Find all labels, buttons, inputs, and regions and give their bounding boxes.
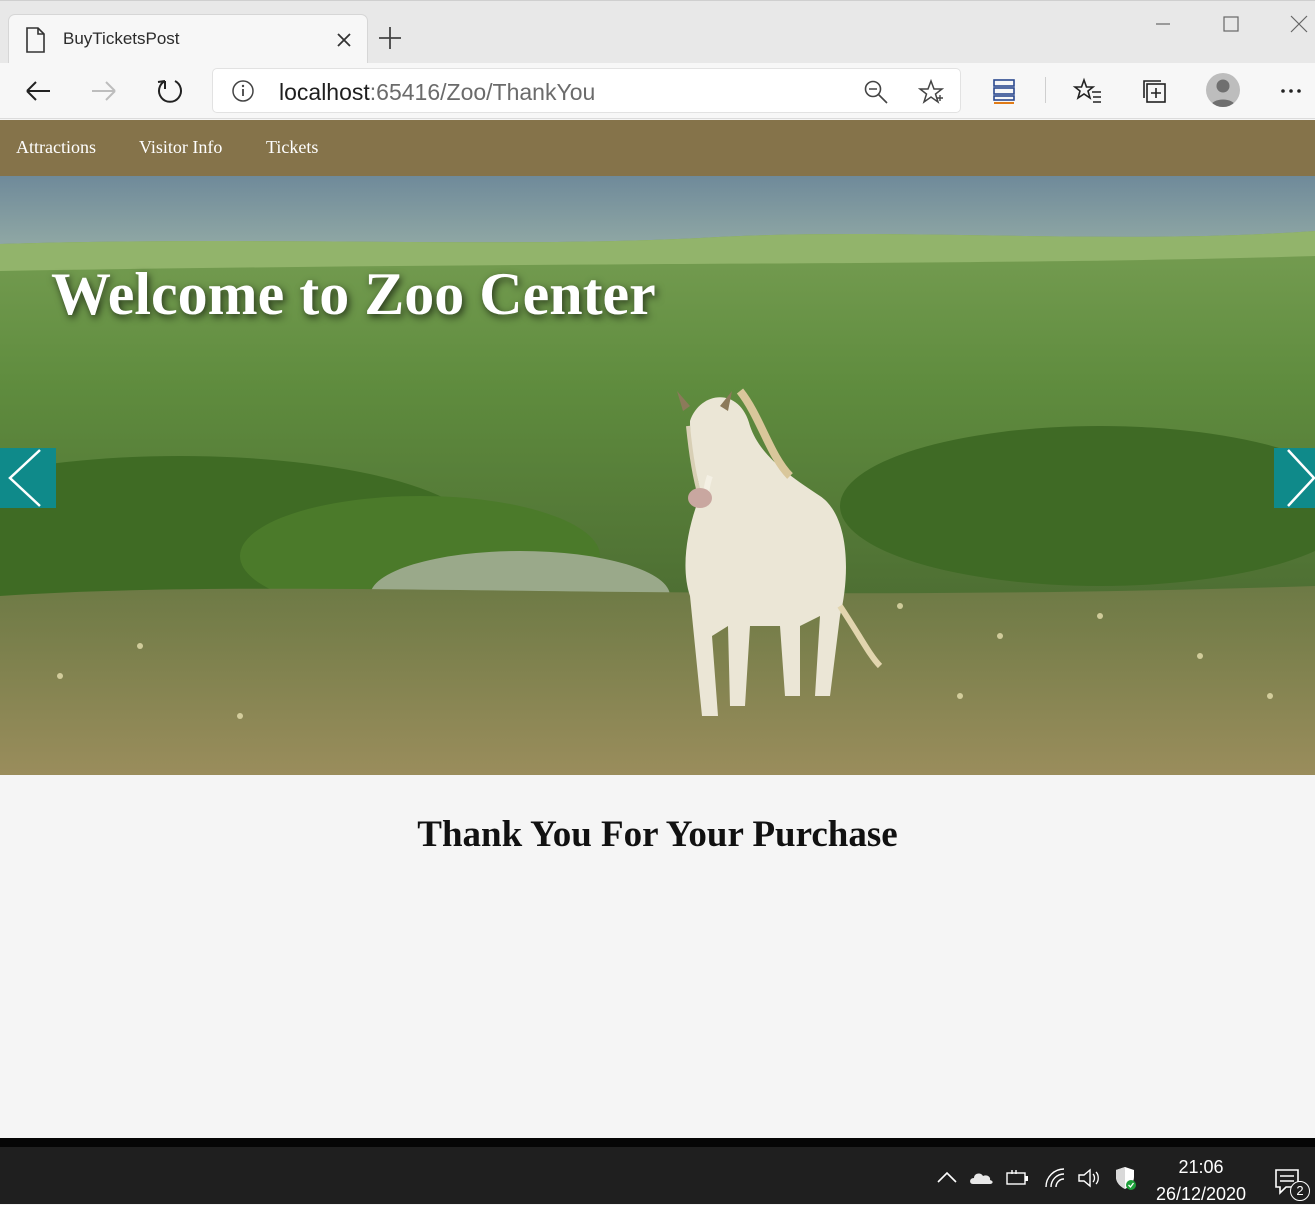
nav-attractions[interactable]: Attractions — [16, 137, 96, 158]
zoom-icon[interactable] — [863, 79, 889, 105]
battery-icon[interactable] — [1004, 1165, 1030, 1191]
toolbar-separator — [1045, 77, 1046, 103]
collections-icon[interactable] — [1139, 75, 1171, 107]
favorites-icon[interactable] — [1072, 75, 1104, 107]
refresh-icon[interactable] — [154, 75, 186, 107]
carousel-next-button[interactable] — [1274, 448, 1315, 508]
url-text[interactable]: localhost:65416/Zoo/ThankYou — [279, 79, 595, 106]
thank-you-heading: Thank You For Your Purchase — [417, 814, 898, 855]
hero-carousel: Welcome to Zoo Center — [0, 176, 1315, 775]
back-arrow-icon[interactable] — [22, 75, 54, 107]
new-tab-icon[interactable] — [376, 24, 404, 52]
nav-visitor-info[interactable]: Visitor Info — [139, 137, 222, 158]
maximize-icon[interactable] — [1218, 11, 1244, 37]
add-favorite-star-icon[interactable] — [918, 79, 944, 105]
page-icon — [26, 27, 45, 53]
onedrive-cloud-icon[interactable] — [968, 1165, 994, 1191]
url-host: localhost — [279, 79, 370, 105]
wifi-icon[interactable] — [1042, 1165, 1068, 1191]
browser-toolbar: localhost:65416/Zoo/ThankYou — [0, 63, 1315, 119]
clock-time[interactable]: 21:06 — [1152, 1157, 1250, 1178]
show-hidden-icons-chevron-up-icon[interactable] — [934, 1165, 960, 1191]
profile-avatar[interactable] — [1206, 73, 1240, 107]
browser-tab-strip: BuyTicketsPost — [0, 0, 1315, 64]
nav-tickets[interactable]: Tickets — [266, 137, 318, 158]
site-nav-bar: Attractions Visitor Info Tickets — [0, 120, 1315, 176]
url-path: :65416/Zoo/ThankYou — [369, 79, 596, 105]
volume-icon[interactable] — [1076, 1165, 1102, 1191]
person-icon — [1210, 79, 1236, 107]
chevron-right-icon — [1287, 449, 1315, 507]
security-shield-icon[interactable] — [1112, 1165, 1138, 1191]
forward-arrow-icon[interactable] — [88, 75, 120, 107]
windows-taskbar: 21:06 26/12/2020 2 — [0, 1138, 1315, 1204]
minimize-icon[interactable] — [1150, 11, 1176, 37]
more-options-icon[interactable] — [1275, 75, 1307, 107]
notification-count-badge: 2 — [1290, 1181, 1310, 1201]
carousel-prev-button[interactable] — [0, 448, 56, 508]
clock-date[interactable]: 26/12/2020 — [1146, 1184, 1256, 1205]
tab-title: BuyTicketsPost — [63, 29, 180, 48]
close-tab-icon[interactable] — [331, 27, 357, 53]
main-content: Thank You For Your Purchase — [0, 775, 1315, 1137]
browser-tab[interactable]: BuyTicketsPost — [8, 14, 368, 64]
address-bar[interactable]: localhost:65416/Zoo/ThankYou — [212, 68, 961, 113]
extension-server-icon[interactable] — [988, 75, 1020, 107]
hero-title: Welcome to Zoo Center — [51, 261, 656, 327]
site-info-icon[interactable] — [231, 79, 255, 103]
chevron-left-icon — [8, 449, 41, 507]
window-close-icon[interactable] — [1286, 11, 1312, 37]
